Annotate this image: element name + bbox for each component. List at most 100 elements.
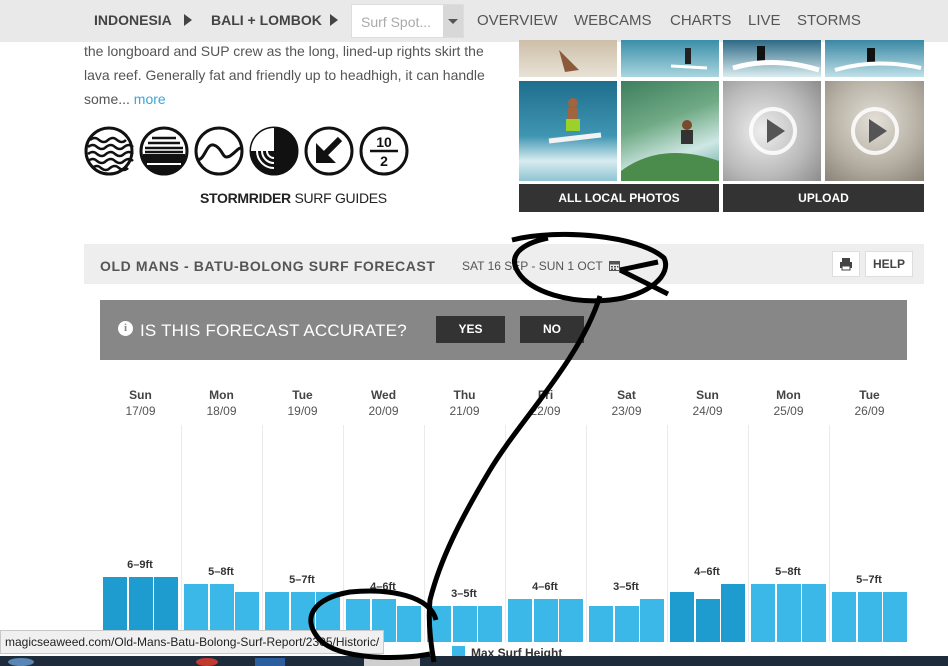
print-button[interactable]	[832, 251, 860, 277]
surf-height-bar[interactable]	[427, 606, 451, 642]
surf-height-bar[interactable]	[751, 584, 775, 642]
nav-link-overview[interactable]: OVERVIEW	[477, 12, 558, 29]
upload-button[interactable]: UPLOAD	[723, 184, 924, 212]
top-navigation-bar: INDONESIA BALI + LOMBOK Surf Spot... OVE…	[0, 0, 948, 42]
nav-link-storms[interactable]: STORMS	[797, 12, 861, 29]
forecast-header: OLD MANS - BATU-BOLONG SURF FORECAST SAT…	[84, 244, 924, 284]
breadcrumb-indonesia[interactable]: INDONESIA	[94, 12, 172, 28]
surf-photo-thumbnail[interactable]	[621, 81, 719, 181]
breadcrumb-arrow-icon	[330, 14, 338, 26]
surf-photo-thumbnail[interactable]	[519, 40, 617, 77]
start-button-icon[interactable]	[8, 658, 34, 666]
taskbar-app-icon[interactable]	[196, 658, 218, 666]
surf-height-bar[interactable]	[832, 591, 856, 642]
surf-height-label: 3–5ft	[451, 588, 477, 600]
day-name: Mon	[209, 388, 234, 402]
help-button[interactable]: HELP	[865, 251, 913, 277]
surf-height-bar[interactable]	[640, 598, 664, 642]
day-header: Fri 22/09	[505, 388, 586, 418]
surf-spot-placeholder: Surf Spot...	[361, 14, 432, 30]
breadcrumb-bali-lombok[interactable]: BALI + LOMBOK	[211, 12, 322, 28]
day-date: 21/09	[449, 404, 480, 418]
day-date: 25/09	[773, 404, 804, 418]
rating-fraction-icon: 10 2	[359, 126, 409, 176]
surf-height-bar[interactable]	[857, 591, 882, 642]
surf-height-bar[interactable]	[452, 606, 477, 642]
video-thumbnail[interactable]	[723, 81, 821, 181]
direction-arrow-icon	[304, 126, 354, 176]
status-url: magicseaweed.com/Old-Mans-Batu-Bolong-Su…	[5, 635, 380, 649]
surf-photo-thumbnail[interactable]	[519, 81, 617, 181]
day-name: Wed	[370, 388, 397, 402]
os-taskbar	[0, 656, 948, 666]
day-name: Mon	[776, 388, 801, 402]
surf-height-bar[interactable]	[776, 584, 801, 642]
all-local-photos-button[interactable]: ALL LOCAL PHOTOS	[519, 184, 719, 212]
surf-height-label: 4–6ft	[532, 580, 558, 593]
more-link[interactable]: more	[134, 91, 166, 107]
surf-height-bar[interactable]	[533, 598, 558, 642]
day-header: Tue 19/09	[262, 388, 343, 418]
surf-height-label: 6–9ft	[127, 559, 153, 572]
day-header: Sat 23/09	[586, 388, 667, 418]
surf-height-bar[interactable]	[883, 591, 907, 642]
surf-height-bar[interactable]	[721, 584, 745, 642]
chevron-down-icon[interactable]	[443, 5, 463, 37]
day-header: Sun 17/09	[100, 388, 181, 418]
day-date: 22/09	[530, 404, 561, 418]
surf-photo-thumbnail[interactable]	[621, 40, 719, 77]
nav-link-charts[interactable]: CHARTS	[670, 12, 731, 29]
guide-suffix: SURF GUIDES	[290, 190, 387, 206]
stormrider-guide-logo[interactable]: STORMRIDER SURF GUIDES	[200, 190, 387, 206]
taskbar-app-icon[interactable]	[364, 658, 420, 666]
no-button[interactable]: NO	[520, 316, 584, 343]
forecast-date-range[interactable]: SAT 16 SEP - SUN 1 OCT	[462, 259, 620, 273]
info-icon: i	[118, 321, 133, 336]
surf-photo-thumbnail[interactable]	[825, 40, 924, 77]
spot-description: the longboard and SUP crew as the long, …	[84, 39, 494, 111]
surf-photo-thumbnail[interactable]	[723, 40, 821, 77]
surf-height-bar[interactable]	[508, 598, 532, 642]
day-header: Mon 18/09	[181, 388, 262, 418]
nav-link-live[interactable]: LIVE	[748, 12, 781, 29]
day-name: Sun	[129, 388, 152, 402]
surf-height-label: 5–8ft	[208, 566, 234, 579]
surf-height-bar[interactable]	[802, 584, 826, 642]
day-date: 23/09	[611, 404, 642, 418]
rating-fraction-bottom: 2	[380, 153, 388, 169]
surf-spot-select[interactable]: Surf Spot...	[351, 4, 464, 38]
day-header: Wed 20/09	[343, 388, 424, 418]
surf-height-bar[interactable]	[397, 606, 421, 642]
surf-height-label: 4–6ft	[370, 580, 396, 593]
day-date: 20/09	[368, 404, 399, 418]
surf-height-bar[interactable]	[589, 606, 613, 642]
day-date: 26/09	[854, 404, 885, 418]
wave-lines-icon	[84, 126, 134, 176]
day-header: Thu 21/09	[424, 388, 505, 418]
calendar-icon[interactable]	[608, 260, 620, 271]
video-thumbnail[interactable]	[825, 81, 924, 181]
accuracy-question: IS THIS FORECAST ACCURATE?	[140, 321, 407, 340]
browser-status-bar: magicseaweed.com/Old-Mans-Batu-Bolong-Su…	[0, 630, 385, 654]
surf-height-bar[interactable]	[559, 598, 583, 642]
day-name: Thu	[453, 388, 476, 402]
day-name: Fri	[537, 388, 554, 402]
day-date: 18/09	[206, 404, 237, 418]
breadcrumb-arrow-icon	[184, 14, 192, 26]
surf-height-bar[interactable]	[695, 598, 720, 642]
day-header: Mon 25/09	[748, 388, 829, 418]
surf-height-bar[interactable]	[614, 606, 639, 642]
yes-button[interactable]: YES	[436, 316, 505, 343]
surf-height-chart: Sun 17/09 6–9ft Mon 18/09 5–8ft Tue 19/09 5–7ft W…	[100, 380, 910, 642]
surf-height-bar[interactable]	[670, 591, 694, 642]
swell-curve-icon	[194, 126, 244, 176]
date-range-text: SAT 16 SEP - SUN 1 OCT	[462, 259, 603, 273]
surf-height-label: 5–7ft	[289, 573, 315, 586]
day-header: Tue 26/09	[829, 388, 910, 418]
day-date: 19/09	[287, 404, 318, 418]
nav-link-webcams[interactable]: WEBCAMS	[574, 12, 652, 29]
day-name: Sat	[617, 388, 636, 402]
day-name: Sun	[696, 388, 719, 402]
surf-height-bar[interactable]	[478, 606, 502, 642]
taskbar-app-icon[interactable]	[255, 658, 285, 666]
